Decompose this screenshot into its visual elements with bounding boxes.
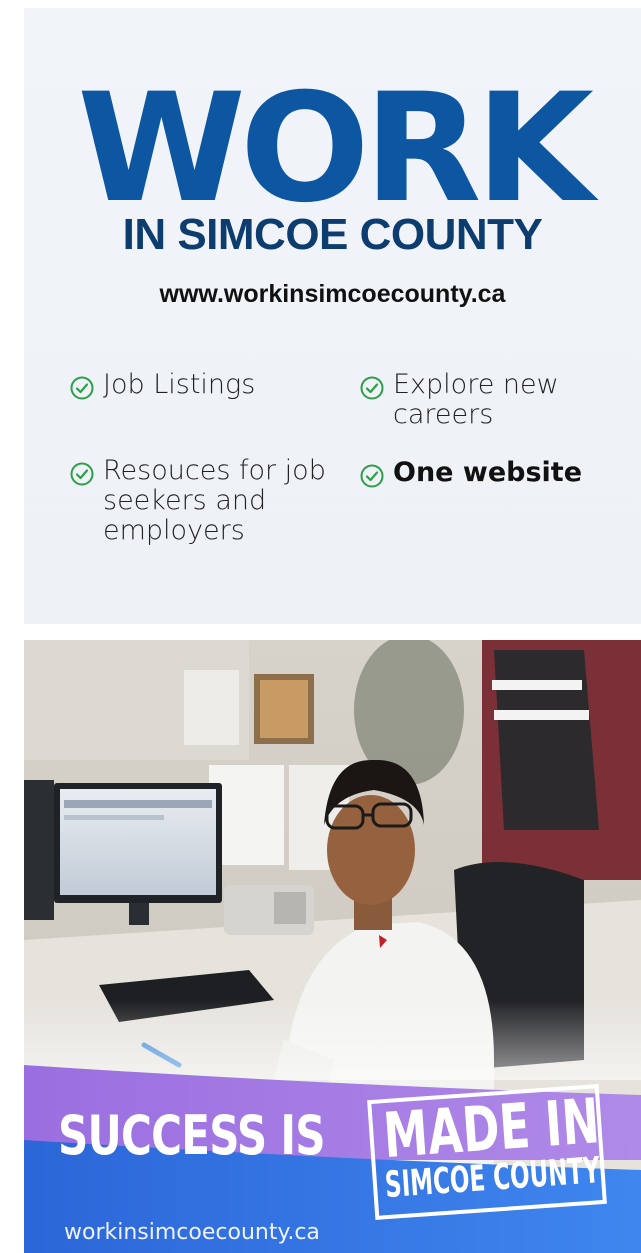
promo-photo-card: SUCCESS IS MADE IN SIMCOE COUNTY workins… bbox=[24, 640, 641, 1253]
check-circle-icon bbox=[70, 462, 94, 486]
check-circle-icon bbox=[360, 464, 384, 488]
check-circle-icon bbox=[360, 376, 384, 400]
feature-job-listings: Job Listings bbox=[70, 370, 255, 400]
website-link[interactable]: www.workinsimcoecounty.ca bbox=[24, 280, 641, 309]
headline-work: WORK bbox=[77, 62, 594, 236]
feature-label: Resouces for job seekers and employers bbox=[103, 455, 326, 546]
feature-resources: Resouces for job seekers and employers bbox=[70, 456, 340, 546]
feature-label: Explore new careers bbox=[393, 369, 559, 430]
made-in-stamp: MADE IN SIMCOE COUNTY bbox=[367, 1084, 607, 1220]
info-card: WORK IN SIMCOE COUNTY www.workinsimcoeco… bbox=[24, 8, 641, 624]
feature-label: Job Listings bbox=[103, 369, 256, 400]
feature-one-website: One website bbox=[360, 458, 582, 488]
footer-url[interactable]: workinsimcoecounty.ca bbox=[64, 1220, 320, 1245]
feature-explore-careers: Explore new careers bbox=[360, 370, 620, 430]
feature-label: One website bbox=[393, 457, 583, 488]
subheadline-county: IN SIMCOE COUNTY bbox=[122, 210, 543, 259]
slogan-text: SUCCESS IS bbox=[58, 1104, 326, 1167]
check-circle-icon bbox=[70, 376, 94, 400]
